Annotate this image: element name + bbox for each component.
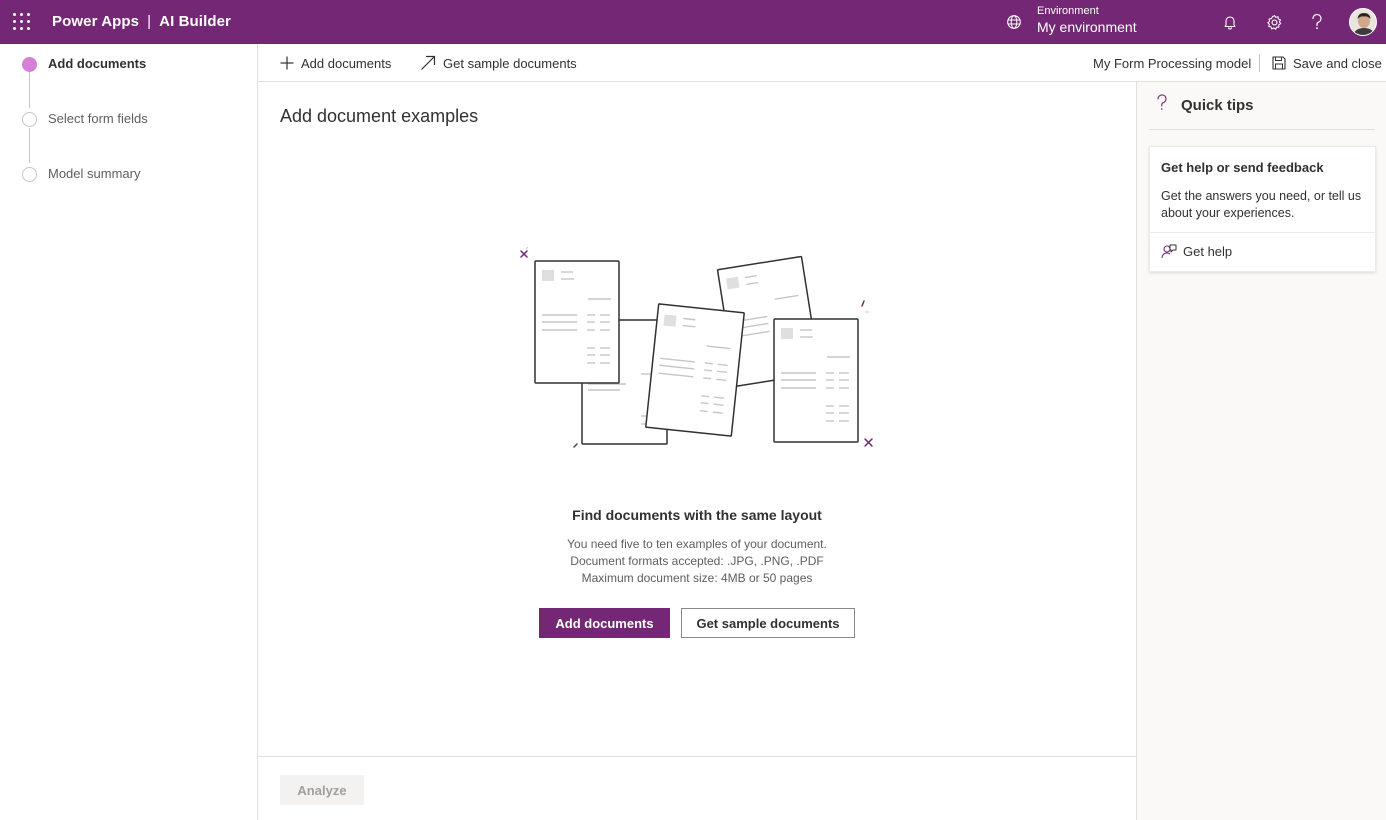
environment-name: My environment	[1037, 19, 1137, 35]
step-navigation: Add documents Select form fields Model s…	[0, 44, 258, 820]
get-help-link[interactable]: Get help	[1161, 243, 1232, 259]
arrow-up-right-icon	[421, 55, 436, 70]
question-mark-icon	[1157, 94, 1167, 110]
step-add-documents[interactable]: Add documents	[0, 52, 250, 76]
step-label: Model summary	[48, 166, 141, 181]
get-sample-documents-button[interactable]: Get sample documents	[681, 608, 855, 638]
brand-separator: |	[147, 13, 152, 30]
main-content: Add document examples Find documents wit…	[258, 82, 1136, 756]
empty-state-title: Find documents with the same layout	[572, 507, 822, 523]
step-indicator	[22, 112, 37, 127]
save-and-close-button[interactable]: Save and close	[1272, 53, 1382, 73]
step-label: Add documents	[48, 56, 147, 71]
step-label: Select form fields	[48, 111, 148, 126]
quick-tips-header: Quick tips	[1149, 82, 1375, 130]
add-documents-button[interactable]: Add documents	[539, 608, 670, 638]
documents-illustration-icon	[520, 246, 873, 448]
card-title: Get help or send feedback	[1161, 160, 1324, 175]
avatar[interactable]	[1349, 8, 1377, 36]
analyze-button[interactable]: Analyze	[280, 775, 364, 805]
help-icon[interactable]	[1305, 10, 1329, 34]
quick-tips-panel: Quick tips Get help or send feedback Get…	[1136, 82, 1386, 820]
page-title: Add document examples	[280, 106, 479, 126]
module-name: AI Builder	[159, 13, 231, 30]
save-and-close-label: Save and close	[1293, 55, 1382, 71]
get-sample-documents-command-label: Get sample documents	[443, 55, 577, 71]
person-feedback-icon	[1161, 244, 1177, 259]
top-bar: Power Apps | AI Builder Environment My env…	[0, 0, 1386, 44]
command-divider	[1259, 54, 1260, 72]
step-model-summary[interactable]: Model summary	[0, 162, 250, 186]
waffle-icon[interactable]	[13, 13, 31, 31]
footer-bar: Analyze	[258, 756, 1136, 820]
step-connector	[29, 72, 30, 108]
gear-icon[interactable]	[1262, 10, 1286, 34]
environment-label: Environment	[1037, 5, 1099, 17]
requirement-line: Maximum document size: 4MB or 50 pages	[581, 571, 813, 585]
step-indicator-active	[22, 57, 37, 72]
globe-icon	[1007, 15, 1021, 29]
help-feedback-card: Get help or send feedback Get the answer…	[1149, 146, 1376, 272]
get-sample-documents-command[interactable]: Get sample documents	[420, 53, 577, 73]
command-bar: Add documents Get sample documents My Fo…	[258, 44, 1386, 82]
card-body: Get the answers you need, or tell us abo…	[1161, 189, 1362, 220]
step-indicator	[22, 167, 37, 182]
step-select-form-fields[interactable]: Select form fields	[0, 107, 250, 131]
quick-tips-title: Quick tips	[1181, 97, 1254, 114]
plus-icon	[280, 56, 294, 70]
app-brand[interactable]: Power Apps | AI Builder	[52, 13, 231, 30]
card-divider	[1150, 232, 1375, 233]
empty-state-description: You need five to ten examples of your do…	[258, 536, 1136, 587]
bell-icon[interactable]	[1218, 10, 1242, 34]
model-name: My Form Processing model	[1093, 53, 1251, 73]
requirement-line: Document formats accepted: .JPG, .PNG, .…	[570, 554, 824, 568]
add-documents-command[interactable]: Add documents	[280, 53, 391, 73]
step-connector	[29, 128, 30, 163]
get-help-label: Get help	[1183, 243, 1233, 259]
add-documents-command-label: Add documents	[301, 55, 392, 71]
environment-picker[interactable]: Environment My environment	[1006, 4, 1206, 40]
product-name: Power Apps	[52, 13, 140, 30]
save-icon	[1272, 56, 1286, 70]
requirement-line: You need five to ten examples of your do…	[567, 537, 827, 551]
model-name-text: My Form Processing model	[1093, 55, 1252, 71]
